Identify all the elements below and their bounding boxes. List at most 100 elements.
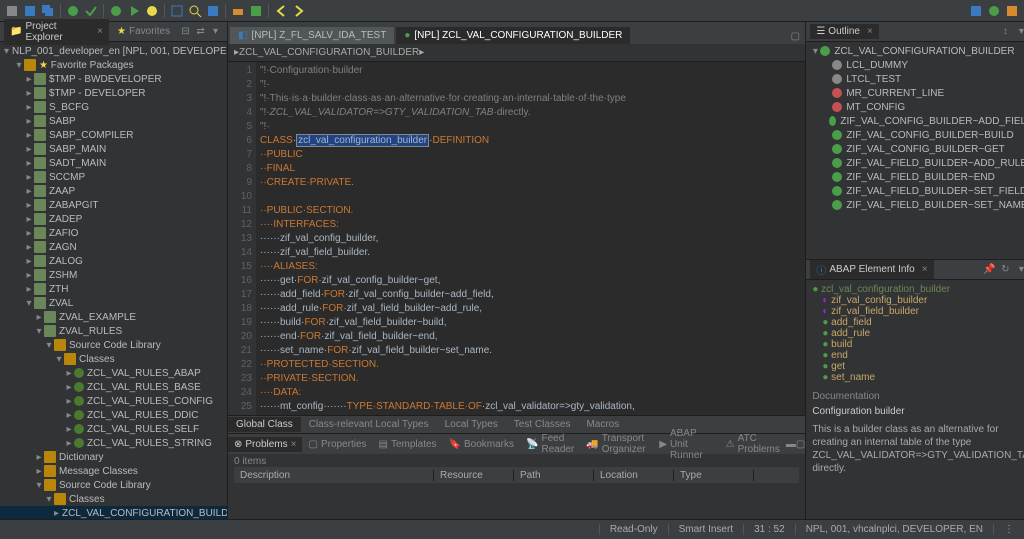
tree-item[interactable]: ▸ZABAPGIT bbox=[0, 198, 227, 212]
problems-col[interactable]: Resource bbox=[434, 470, 514, 481]
tree-item[interactable]: ▸SADT_MAIN bbox=[0, 156, 227, 170]
new-icon[interactable] bbox=[4, 3, 20, 19]
tree-item[interactable]: ▸ZAFIO bbox=[0, 226, 227, 240]
run-icon[interactable] bbox=[126, 3, 142, 19]
method-name[interactable]: add_rule bbox=[831, 328, 870, 339]
outline-item[interactable]: MT_CONFIG bbox=[806, 100, 1024, 114]
twist-icon[interactable]: ▸ bbox=[24, 130, 34, 141]
twist-icon[interactable]: ▸ bbox=[64, 424, 74, 435]
twist-icon[interactable]: ▸ bbox=[64, 410, 74, 421]
tree-item[interactable]: ▾ZVAL_RULES bbox=[0, 324, 227, 338]
minimize-icon[interactable]: ▬ bbox=[786, 436, 796, 452]
method-name[interactable]: set_name bbox=[831, 372, 875, 383]
tree-item[interactable]: ▸ZCL_VAL_RULES_SELF bbox=[0, 422, 227, 436]
twist-icon[interactable]: ▸ bbox=[64, 438, 74, 449]
outline-item[interactable]: ZIF_VAL_CONFIG_BUILDER~BUILD bbox=[806, 128, 1024, 142]
twist-icon[interactable]: ▾ bbox=[34, 326, 44, 337]
twist-icon[interactable]: ▸ bbox=[54, 508, 59, 519]
sort-icon[interactable]: ↕ bbox=[997, 24, 1013, 40]
tree-item[interactable]: ▾Source Code Library bbox=[0, 338, 227, 352]
problems-col[interactable]: Description bbox=[234, 470, 434, 481]
outline-item[interactable]: ZIF_VAL_FIELD_BUILDER~SET_FIELD bbox=[806, 184, 1024, 198]
tree-item[interactable]: ▾Classes bbox=[0, 492, 227, 506]
debug-icon[interactable] bbox=[108, 3, 124, 19]
maximize-panel-icon[interactable]: ▢ bbox=[796, 436, 805, 452]
twist-icon[interactable]: ▾ bbox=[54, 354, 64, 365]
profile-icon[interactable] bbox=[144, 3, 160, 19]
outline-item[interactable]: MR_CURRENT_LINE bbox=[806, 86, 1024, 100]
problems-col[interactable]: Type bbox=[674, 470, 754, 481]
tree-item[interactable]: ▸ZCL_VAL_RULES_DDIC bbox=[0, 408, 227, 422]
sub-tab[interactable]: Class-relevant Local Types bbox=[301, 417, 437, 432]
tree-item[interactable]: ▸ZTH bbox=[0, 282, 227, 296]
twist-icon[interactable]: ▸ bbox=[24, 242, 34, 253]
refresh-icon[interactable]: ↻ bbox=[997, 262, 1013, 278]
tree-item[interactable]: ▸Dictionary bbox=[0, 450, 227, 464]
twist-icon[interactable]: ▾ bbox=[34, 480, 44, 491]
code-content[interactable]: "!·Configuration·builder"!·"!·This·is·a·… bbox=[256, 62, 805, 415]
outline-item[interactable]: ▾ZCL_VAL_CONFIGURATION_BUILDER bbox=[806, 44, 1024, 58]
twist-icon[interactable]: ▸ bbox=[24, 172, 34, 183]
tree-item[interactable]: ▸ZADEP bbox=[0, 212, 227, 226]
favorites-tab[interactable]: ★ Favorites bbox=[111, 24, 176, 39]
link-icon[interactable] bbox=[248, 3, 264, 19]
twist-icon[interactable]: ▸ bbox=[24, 270, 34, 281]
view-menu-icon[interactable]: ▾ bbox=[208, 24, 223, 40]
tree-item[interactable]: ▸ZCL_VAL_RULES_CONFIG bbox=[0, 394, 227, 408]
project-explorer-tab[interactable]: 📁 Project Explorer × bbox=[4, 19, 109, 45]
collapse-all-icon[interactable]: ⊟ bbox=[178, 24, 193, 40]
outline-item[interactable]: ZIF_VAL_FIELD_BUILDER~END bbox=[806, 170, 1024, 184]
outline-tab[interactable]: ☰ Outline × bbox=[810, 24, 879, 39]
tree-item[interactable]: ▸ZAAP bbox=[0, 184, 227, 198]
tree-item[interactable]: ▸$TMP - DEVELOPER bbox=[0, 86, 227, 100]
tree-item[interactable]: ▾NLP_001_developer_en [NPL, 001, DEVELOP… bbox=[0, 44, 227, 58]
outline-item[interactable]: ZIF_VAL_CONFIG_BUILDER~ADD_FIELD bbox=[806, 114, 1024, 128]
impl-name[interactable]: zif_val_field_builder bbox=[831, 306, 919, 317]
status-menu-icon[interactable]: ⋮ bbox=[993, 524, 1024, 535]
outline-item[interactable]: ZIF_VAL_FIELD_BUILDER~SET_NAME bbox=[806, 198, 1024, 212]
twist-icon[interactable]: ▾ bbox=[14, 60, 24, 71]
open-object-icon[interactable] bbox=[169, 3, 185, 19]
save-icon[interactable] bbox=[22, 3, 38, 19]
twist-icon[interactable]: ▸ bbox=[24, 186, 34, 197]
twist-icon[interactable]: ▸ bbox=[24, 214, 34, 225]
twist-icon[interactable]: ▸ bbox=[64, 382, 74, 393]
twist-icon[interactable]: ▸ bbox=[34, 312, 44, 323]
twist-icon[interactable]: ▸ bbox=[24, 102, 34, 113]
method-name[interactable]: end bbox=[831, 350, 848, 361]
tree-item[interactable]: ▸ZCL_VAL_RULES_ABAP bbox=[0, 366, 227, 380]
tree-item[interactable]: ▸S_BCFG bbox=[0, 100, 227, 114]
tree-item[interactable]: ▸ZCL_VAL_RULES_BASE bbox=[0, 380, 227, 394]
tree-item[interactable]: ▾ZVAL bbox=[0, 296, 227, 310]
sub-tab[interactable]: Local Types bbox=[437, 417, 506, 432]
problems-col[interactable]: Path bbox=[514, 470, 594, 481]
twist-icon[interactable]: ▸ bbox=[24, 158, 34, 169]
tree-item[interactable]: ▸ZCL_VAL_RULES_STRING bbox=[0, 436, 227, 450]
editor-tab-1[interactable]: ◧ [NPL] Z_FL_SALV_IDA_TEST bbox=[230, 27, 394, 44]
close-icon[interactable]: × bbox=[97, 26, 103, 37]
forward-icon[interactable] bbox=[291, 3, 307, 19]
breadcrumb[interactable]: ▸ ZCL_VAL_CONFIGURATION_BUILDER ▸ bbox=[228, 44, 805, 62]
tree-item[interactable]: ▸SABP_COMPILER bbox=[0, 128, 227, 142]
bottom-tab-templates[interactable]: ▤Templates bbox=[373, 437, 443, 452]
problems-col[interactable]: Location bbox=[594, 470, 674, 481]
twist-icon[interactable]: ▾ bbox=[44, 340, 54, 351]
tree-item[interactable]: ▸ZALOG bbox=[0, 254, 227, 268]
editor-tab-2[interactable]: ● [NPL] ZCL_VAL_CONFIGURATION_BUILDER bbox=[396, 27, 630, 44]
perspective-abap-icon[interactable] bbox=[968, 3, 984, 19]
tree-item[interactable]: ▸SABP_MAIN bbox=[0, 142, 227, 156]
sub-tab[interactable]: Global Class bbox=[228, 417, 301, 432]
perspective-other-icon[interactable] bbox=[1004, 3, 1020, 19]
twist-icon[interactable]: ▾ bbox=[24, 298, 34, 309]
back-icon[interactable] bbox=[273, 3, 289, 19]
tree-item[interactable]: ▸ZCL_VAL_CONFIGURATION_BUILDER bbox=[0, 506, 227, 519]
tree-item[interactable]: ▸SCCMP bbox=[0, 170, 227, 184]
activate-icon[interactable] bbox=[65, 3, 81, 19]
twist-icon[interactable]: ▸ bbox=[24, 228, 34, 239]
perspective-debug-icon[interactable] bbox=[986, 3, 1002, 19]
twist-icon[interactable]: ▸ bbox=[24, 256, 34, 267]
twist-icon[interactable]: ▸ bbox=[34, 466, 44, 477]
twist-icon[interactable]: ▸ bbox=[64, 396, 74, 407]
tree-item[interactable]: ▸SABP bbox=[0, 114, 227, 128]
twist-icon[interactable]: ▸ bbox=[34, 452, 44, 463]
